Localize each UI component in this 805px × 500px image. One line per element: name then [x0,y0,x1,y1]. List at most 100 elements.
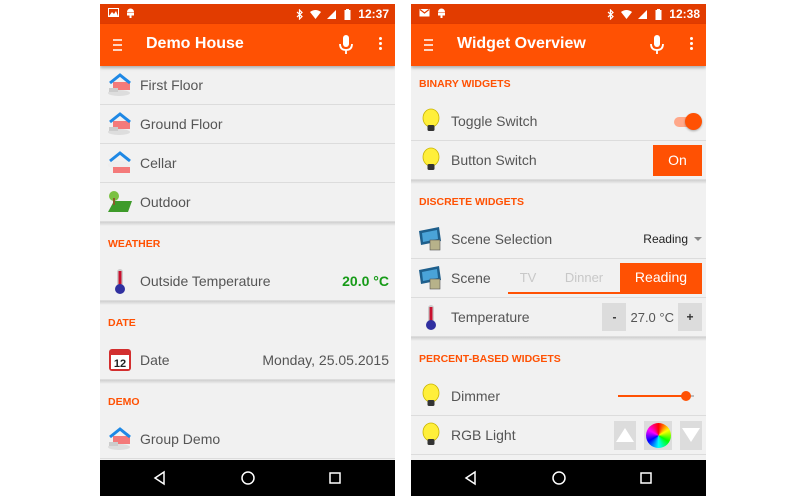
house-floor-icon [108,73,131,96]
brightness-down-button[interactable] [680,420,702,450]
item-label: Dimmer [451,388,500,404]
android-debug-icon [127,8,134,18]
item-label: Outdoor [140,194,191,210]
mic-icon[interactable] [337,34,355,56]
section-header-percent: PERCENT-BASED WIDGETS [419,353,561,365]
status-bar: 12:38 [411,4,706,24]
house-floor-icon [108,427,131,450]
arrow-up-icon [616,428,634,442]
item-label: RGB Light [451,427,516,443]
thermometer-icon [426,305,436,330]
rgb-controls [614,420,702,450]
tv-scene-icon [419,227,441,251]
navigation-bar [411,460,706,496]
phone-screen-demo-house: 12:37 Demo House First Floor Ground Floo… [100,4,395,496]
app-bar: Demo House [100,24,395,66]
scene-option-dinner[interactable]: Dinner [548,263,620,294]
scene-dropdown[interactable]: Reading [643,232,702,246]
item-label: Scene [451,270,491,286]
item-label: Temperature [451,309,530,325]
dropdown-value: Reading [643,232,688,246]
item-label: Outside Temperature [140,273,271,289]
section-header-date: DATE [108,317,136,329]
thermometer-icon [115,269,125,294]
more-vert-icon[interactable] [377,37,383,53]
chevron-down-icon [694,237,702,241]
color-wheel-icon [645,422,671,448]
recents-icon[interactable] [638,470,654,486]
content-list: First Floor Ground Floor Cellar Outdoor … [100,66,395,460]
list-item-ground-floor[interactable]: Ground Floor [100,105,395,144]
list-item-first-floor[interactable]: First Floor [100,66,395,105]
scene-option-tv[interactable]: TV [508,263,548,294]
dimmer-slider[interactable] [618,389,694,403]
app-bar: Widget Overview [411,24,706,66]
section-header-demo: DEMO [108,396,140,408]
scene-option-reading[interactable]: Reading [620,262,702,294]
bluetooth-icon [607,8,615,20]
hamburger-icon[interactable] [113,37,125,53]
arrow-down-icon [682,428,700,442]
item-label: Date [140,352,170,368]
battery-icon [655,8,662,20]
signal-icon [638,9,648,19]
section-header-weather: WEATHER [108,238,161,250]
android-debug-icon [438,8,445,18]
back-icon[interactable] [463,470,479,486]
color-picker-button[interactable] [644,420,672,450]
hamburger-icon[interactable] [424,37,436,53]
temperature-value: 20.0 °C [342,273,389,289]
increase-button[interactable]: + [678,303,702,331]
page-title: Demo House [146,35,244,52]
home-icon[interactable] [240,470,256,486]
home-icon[interactable] [551,470,567,486]
button-switch-row: Button Switch On [411,141,706,180]
calendar-icon: 12 [109,349,131,371]
mic-icon[interactable] [648,34,666,56]
scene-selection-row: Scene Selection Reading [411,220,706,259]
tv-scene-icon [419,266,441,290]
toggle-switch-row: Toggle Switch [411,102,706,141]
on-button[interactable]: On [653,144,702,176]
recents-icon[interactable] [327,470,343,486]
brightness-up-button[interactable] [614,420,636,450]
item-label: Ground Floor [140,116,223,132]
battery-icon [344,8,351,20]
temperature-row: Temperature - 27.0 °C + [411,298,706,337]
slider-track [618,395,687,397]
gmail-icon [419,9,430,17]
item-label: Toggle Switch [451,113,538,129]
list-item-cellar[interactable]: Cellar [100,144,395,183]
item-label: Button Switch [451,152,537,168]
status-bar: 12:37 [100,4,395,24]
list-item-outside-temperature[interactable]: Outside Temperature 20.0 °C [100,262,395,301]
signal-icon [327,9,337,19]
decrease-button[interactable]: - [602,303,627,331]
list-item-date[interactable]: 12 Date Monday, 25.05.2015 [100,341,395,380]
phone-screen-widget-overview: 12:38 Widget Overview BINARY WIDGETS Tog… [411,4,706,496]
item-label: Cellar [140,155,177,171]
status-time: 12:38 [669,7,700,21]
more-vert-icon[interactable] [688,37,694,53]
list-item-outdoor[interactable]: Outdoor [100,183,395,222]
lightbulb-icon [422,422,440,445]
lightbulb-icon [422,147,440,170]
scene-segmented-control: TV Dinner Reading [508,262,702,294]
rgb-light-row: RGB Light [411,416,706,455]
section-header-discrete: DISCRETE WIDGETS [419,196,525,208]
house-floor-icon [108,112,131,135]
house-cellar-icon [108,151,131,173]
item-label: Scene Selection [451,231,553,247]
lightbulb-icon [422,383,440,406]
list-item-group-demo[interactable]: Group Demo [100,420,395,459]
gallery-icon [108,8,119,17]
slider-thumb[interactable] [681,391,692,401]
svg-text:12: 12 [114,358,126,370]
wifi-icon [310,9,322,19]
back-icon[interactable] [152,470,168,486]
setpoint-value: 27.0 °C [630,309,674,325]
bluetooth-icon [296,8,304,20]
dimmer-row: Dimmer [411,377,706,416]
item-label: First Floor [140,77,203,93]
toggle-switch[interactable] [672,112,702,130]
